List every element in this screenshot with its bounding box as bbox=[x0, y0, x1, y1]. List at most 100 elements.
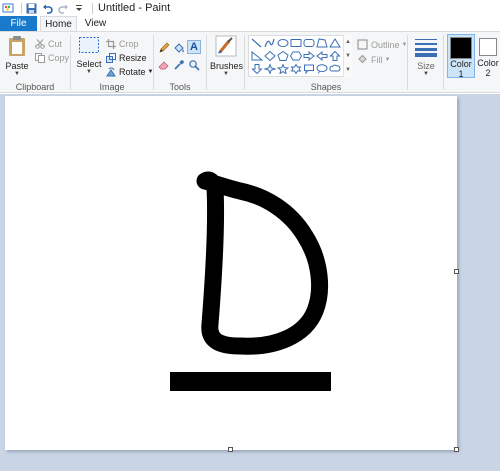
color2-swatch bbox=[479, 38, 497, 56]
eyedropper-icon bbox=[174, 60, 184, 70]
shapes-gallery bbox=[248, 35, 352, 77]
rounded-rectangle-shape-icon[interactable] bbox=[302, 37, 315, 49]
down-arrow-shape-icon[interactable] bbox=[250, 63, 263, 75]
rotate-icon bbox=[105, 66, 116, 77]
outline-label: Outline bbox=[371, 39, 400, 50]
text-tool[interactable]: A bbox=[187, 40, 201, 54]
rectangle-shape-icon[interactable] bbox=[289, 37, 302, 49]
image-group-label: Image bbox=[99, 82, 125, 92]
cut-label: Cut bbox=[48, 38, 63, 49]
brushes-label: Brushes bbox=[210, 61, 244, 71]
brushes-button[interactable]: Brushes ▼ bbox=[210, 35, 244, 77]
color1-button[interactable]: Color 1 bbox=[447, 34, 475, 79]
save-icon[interactable] bbox=[25, 2, 37, 14]
paste-label: Paste bbox=[5, 61, 29, 71]
paint-app-icon[interactable] bbox=[2, 2, 14, 14]
pencil-tool[interactable] bbox=[157, 41, 171, 55]
size-dropdown-icon: ▼ bbox=[423, 71, 429, 77]
four-point-star-shape-icon[interactable] bbox=[263, 63, 276, 75]
paste-button[interactable]: Paste ▼ bbox=[4, 35, 30, 77]
crop-button[interactable]: Crop bbox=[105, 37, 139, 50]
workspace bbox=[0, 94, 500, 471]
tab-view[interactable]: View bbox=[77, 16, 114, 31]
select-label: Select bbox=[76, 59, 102, 69]
diamond-shape-icon[interactable] bbox=[263, 50, 276, 62]
curve-shape-icon[interactable] bbox=[263, 37, 276, 49]
rotate-label: Rotate bbox=[119, 66, 146, 77]
select-button[interactable]: Select ▼ bbox=[76, 35, 102, 75]
color1-swatch bbox=[450, 37, 472, 59]
rounded-callout-shape-icon[interactable] bbox=[302, 63, 315, 75]
color2-button[interactable]: Color 2 bbox=[476, 34, 500, 78]
resize-handle-corner[interactable] bbox=[454, 447, 459, 452]
magnifier-tool[interactable] bbox=[187, 58, 201, 72]
paste-icon bbox=[9, 36, 25, 56]
oval-callout-shape-icon[interactable] bbox=[315, 63, 328, 75]
crop-label: Crop bbox=[119, 38, 139, 49]
brushes-dropdown-icon: ▼ bbox=[223, 71, 229, 77]
drawing-content bbox=[170, 171, 331, 391]
six-point-star-shape-icon[interactable] bbox=[289, 63, 302, 75]
rotate-button[interactable]: Rotate ▼ bbox=[105, 65, 153, 78]
tab-file[interactable]: File bbox=[0, 16, 37, 31]
line-shape-icon[interactable] bbox=[250, 37, 263, 49]
image-group: Select ▼ Crop Resize Rotate ▼ Image bbox=[71, 32, 153, 93]
up-arrow-shape-icon[interactable] bbox=[328, 50, 341, 62]
fill-button[interactable]: Fill ▼ bbox=[357, 53, 390, 66]
color1-number: 1 bbox=[458, 69, 464, 79]
resize-icon bbox=[105, 52, 116, 63]
right-triangle-shape-icon[interactable] bbox=[250, 50, 263, 62]
resize-handle-bottom[interactable] bbox=[228, 447, 233, 452]
text-icon: A bbox=[190, 41, 198, 53]
oval-shape-icon[interactable] bbox=[276, 37, 289, 49]
polygon-shape-icon[interactable] bbox=[315, 37, 328, 49]
left-arrow-shape-icon[interactable] bbox=[315, 50, 328, 62]
scroll-down-icon[interactable]: ▼ bbox=[344, 49, 352, 63]
fill-tool[interactable] bbox=[172, 41, 186, 55]
size-label: Size bbox=[417, 61, 435, 71]
fill-label: Fill bbox=[371, 54, 383, 65]
resize-button[interactable]: Resize bbox=[105, 51, 147, 64]
color2-label: Color bbox=[477, 58, 499, 68]
hexagon-shape-icon[interactable] bbox=[289, 50, 302, 62]
tab-home[interactable]: Home bbox=[40, 16, 77, 31]
redo-icon[interactable] bbox=[57, 2, 69, 14]
quick-access-separator bbox=[21, 2, 22, 14]
window-title: Untitled - Paint bbox=[98, 2, 171, 14]
pentagon-shape-icon[interactable] bbox=[276, 50, 289, 62]
gallery-expand-icon[interactable]: ▼ bbox=[344, 63, 352, 77]
outline-icon bbox=[357, 39, 368, 50]
shapes-group-label: Shapes bbox=[310, 82, 342, 92]
paste-dropdown-icon: ▼ bbox=[14, 71, 20, 77]
cut-button[interactable]: Cut bbox=[34, 37, 62, 50]
letter-d-stroke bbox=[196, 171, 329, 355]
scroll-up-icon[interactable]: ▲ bbox=[344, 35, 352, 49]
scissors-icon bbox=[34, 38, 45, 49]
cloud-callout-shape-icon[interactable] bbox=[328, 63, 341, 75]
title-bar: Untitled - Paint bbox=[0, 0, 500, 16]
copy-button[interactable]: Copy bbox=[34, 51, 69, 64]
tools-group-label: Tools bbox=[169, 82, 191, 92]
underline-bar bbox=[170, 372, 331, 391]
select-dropdown-icon: ▼ bbox=[86, 69, 92, 75]
ribbon-separator bbox=[443, 35, 444, 90]
clipboard-group: Paste ▼ Cut Copy Clipboard bbox=[0, 32, 70, 93]
outline-button[interactable]: Outline ▼ bbox=[357, 38, 407, 51]
select-icon bbox=[79, 37, 99, 53]
color-picker-tool[interactable] bbox=[172, 58, 186, 72]
ribbon-tabs: File Home View bbox=[0, 16, 500, 31]
right-arrow-shape-icon[interactable] bbox=[302, 50, 315, 62]
resize-handle-right[interactable] bbox=[454, 269, 459, 274]
shapes-scrollbar[interactable]: ▲ ▼ ▼ bbox=[343, 35, 352, 77]
triangle-shape-icon[interactable] bbox=[328, 37, 341, 49]
brushes-group: Brushes ▼ bbox=[207, 32, 244, 93]
drawing-canvas[interactable] bbox=[5, 96, 459, 452]
undo-icon[interactable] bbox=[41, 2, 53, 14]
customize-quick-access-icon[interactable] bbox=[73, 2, 85, 14]
size-button[interactable]: Size ▼ bbox=[412, 37, 440, 77]
fill-dropdown-icon: ▼ bbox=[384, 56, 391, 63]
clipboard-group-label: Clipboard bbox=[15, 82, 55, 92]
eraser-tool[interactable] bbox=[157, 58, 171, 72]
five-point-star-shape-icon[interactable] bbox=[276, 63, 289, 75]
line-size-icon bbox=[415, 39, 437, 57]
